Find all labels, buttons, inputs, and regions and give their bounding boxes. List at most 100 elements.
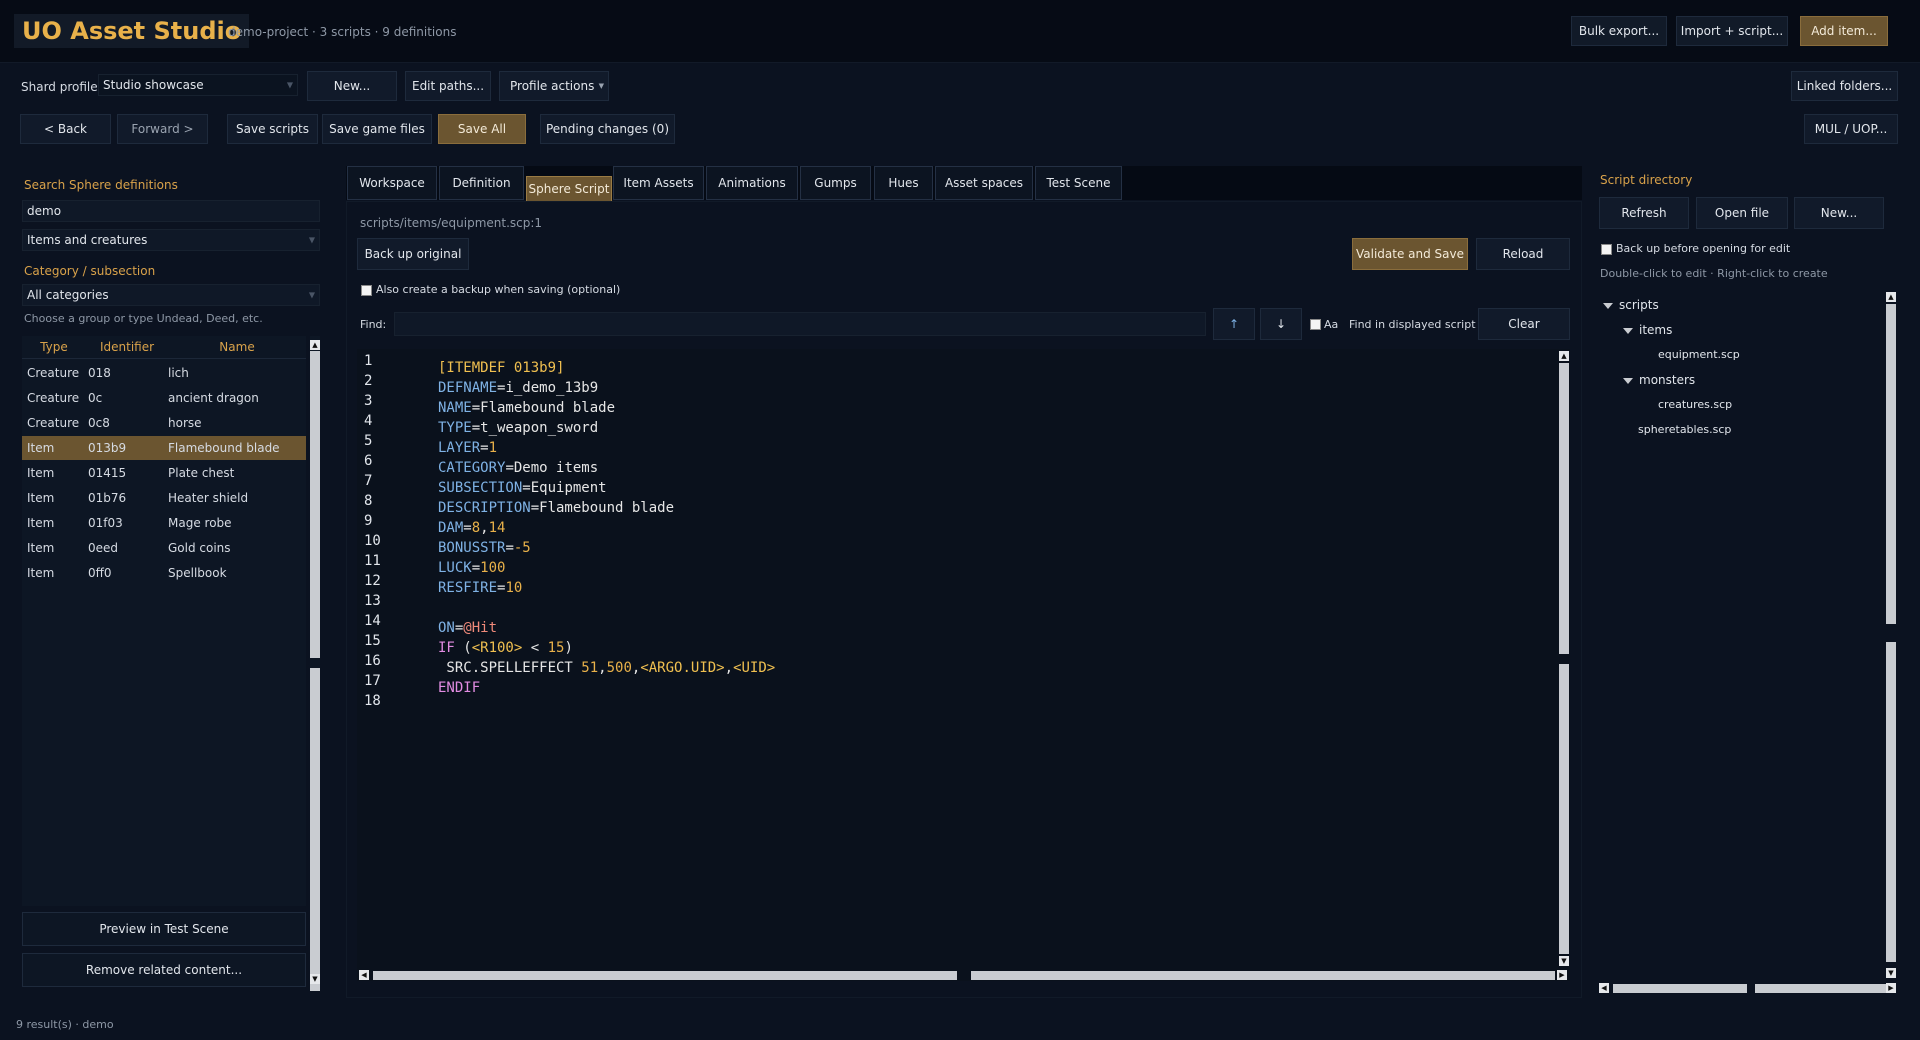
- column-header-type[interactable]: Type: [22, 336, 86, 358]
- line-number: 15: [364, 633, 381, 649]
- editor-vertical-scrollbar[interactable]: ▲ ▼: [1558, 349, 1570, 969]
- backup-original-button[interactable]: Back up original: [357, 238, 469, 270]
- tab-definition[interactable]: Definition: [439, 166, 524, 200]
- bulk-export-button[interactable]: Bulk export...: [1571, 16, 1667, 46]
- hscroll-thumb-left[interactable]: [1613, 984, 1747, 993]
- remove-related-button[interactable]: Remove related content...: [22, 953, 306, 987]
- column-header-name[interactable]: Name: [168, 336, 306, 358]
- scroll-up-icon[interactable]: ▲: [310, 340, 320, 350]
- linked-folders-button[interactable]: Linked folders...: [1791, 71, 1898, 101]
- scroll-down-icon[interactable]: ▼: [310, 974, 320, 984]
- preview-test-scene-button[interactable]: Preview in Test Scene: [22, 912, 306, 946]
- add-item-button[interactable]: Add item...: [1800, 16, 1888, 46]
- tab-animations[interactable]: Animations: [706, 166, 798, 200]
- cell-type: Creature: [27, 366, 80, 380]
- scroll-left-icon[interactable]: ◀: [359, 970, 369, 980]
- code-line-11: LUCK=100: [438, 560, 506, 576]
- script-directory-heading: Script directory: [1600, 173, 1693, 187]
- mul-uop-button[interactable]: MUL / UOP...: [1804, 114, 1898, 144]
- find-previous-button[interactable]: ↑: [1213, 308, 1255, 340]
- scroll-right-icon[interactable]: ▶: [1886, 983, 1896, 993]
- table-row[interactable]: Item 01f03 Mage robe: [22, 511, 306, 535]
- tree-file-equipment[interactable]: equipment.scp: [1658, 348, 1740, 361]
- scroll-down-icon[interactable]: ▼: [1559, 956, 1569, 966]
- table-row[interactable]: Item 0ff0 Spellbook: [22, 561, 306, 585]
- clear-find-button[interactable]: Clear: [1478, 308, 1570, 340]
- forward-button[interactable]: Forward >: [117, 114, 208, 144]
- table-row[interactable]: Item 01b76 Heater shield: [22, 486, 306, 510]
- scroll-right-icon[interactable]: ▶: [1557, 970, 1567, 980]
- tree-label: items: [1639, 323, 1673, 337]
- find-next-button[interactable]: ↓: [1260, 308, 1302, 340]
- save-game-files-button[interactable]: Save game files: [322, 114, 432, 144]
- edit-paths-button[interactable]: Edit paths...: [405, 71, 491, 101]
- back-button[interactable]: < Back: [20, 114, 111, 144]
- line-number: 4: [364, 413, 373, 429]
- tab-workspace[interactable]: Workspace: [347, 166, 437, 200]
- scroll-left-icon[interactable]: ◀: [1599, 983, 1609, 993]
- scrollbar-thumb-lower[interactable]: [1559, 664, 1569, 954]
- table-row[interactable]: Item 0eed Gold coins: [22, 536, 306, 560]
- cell-id: 01f03: [88, 516, 123, 530]
- scrollbar-thumb-lower[interactable]: [1886, 642, 1896, 962]
- tree-file-creatures[interactable]: creatures.scp: [1658, 398, 1732, 411]
- scrollbar-thumb-upper[interactable]: [1559, 363, 1569, 654]
- search-input[interactable]: demo: [22, 200, 320, 222]
- tab-test-scene[interactable]: Test Scene: [1035, 166, 1122, 200]
- import-script-button[interactable]: Import + script...: [1676, 16, 1788, 46]
- tab-asset-spaces[interactable]: Asset spaces: [935, 166, 1033, 200]
- expand-icon: [1623, 327, 1633, 334]
- backup-before-edit-label: Back up before opening for edit: [1616, 242, 1791, 255]
- new-script-button[interactable]: New...: [1794, 197, 1884, 229]
- tree-folder-items[interactable]: items: [1623, 323, 1672, 337]
- table-row[interactable]: Creature 0c ancient dragon: [22, 386, 306, 410]
- find-scope-label: Find in displayed script: [1349, 318, 1476, 331]
- pending-changes-button[interactable]: Pending changes (0): [540, 114, 675, 144]
- code-editor[interactable]: 1 2 3 4 5 6 7 8 9 10 11 12 13 14 15 16 17 18 [ITEMDEF 013…: [357, 349, 1570, 981]
- expand-icon: [1603, 302, 1613, 309]
- save-scripts-button[interactable]: Save scripts: [227, 114, 318, 144]
- new-profile-button[interactable]: New...: [307, 71, 397, 101]
- table-row[interactable]: Item 013b9 Flamebound blade: [22, 436, 306, 460]
- tree-horizontal-scrollbar[interactable]: ◀ ▶: [1599, 983, 1897, 994]
- line-number: 9: [364, 513, 373, 529]
- code-line-2: DEFNAME=i_demo_13b9: [438, 380, 599, 396]
- scrollbar-thumb-upper[interactable]: [1886, 304, 1896, 624]
- validate-save-button[interactable]: Validate and Save: [1352, 238, 1468, 270]
- scroll-up-icon[interactable]: ▲: [1886, 292, 1896, 302]
- table-row[interactable]: Creature 0c8 horse: [22, 411, 306, 435]
- tab-hues[interactable]: Hues: [874, 166, 933, 200]
- editor-horizontal-scrollbar[interactable]: ◀ ▶: [359, 970, 1570, 981]
- scroll-up-icon[interactable]: ▲: [1559, 351, 1569, 361]
- scrollbar-thumb[interactable]: [310, 351, 320, 991]
- tree-vertical-scrollbar[interactable]: ▲ ▼: [1885, 290, 1897, 980]
- profile-actions-button[interactable]: Profile actions ▼: [499, 71, 609, 101]
- tree-folder-scripts[interactable]: scripts: [1603, 298, 1659, 312]
- definition-filter-select[interactable]: Items and creatures ▼: [22, 229, 320, 251]
- table-row[interactable]: Creature 018 lich: [22, 361, 306, 385]
- cell-name: ancient dragon: [168, 391, 259, 405]
- scroll-down-icon[interactable]: ▼: [1886, 968, 1896, 978]
- category-select[interactable]: All categories ▼: [22, 284, 320, 306]
- hscroll-thumb-left[interactable]: [373, 971, 957, 980]
- find-input[interactable]: [394, 312, 1206, 336]
- hscroll-thumb-right[interactable]: [971, 971, 1555, 980]
- tree-file-spheretables[interactable]: spheretables.scp: [1638, 423, 1731, 436]
- cell-id: 01b76: [88, 491, 127, 505]
- column-header-identifier[interactable]: Identifier: [86, 336, 168, 358]
- backup-on-save-checkbox[interactable]: [361, 285, 372, 296]
- shard-profile-select[interactable]: Studio showcase ▼: [98, 74, 298, 96]
- hscroll-thumb-right[interactable]: [1755, 984, 1889, 993]
- save-all-button[interactable]: Save All: [438, 114, 526, 144]
- reload-button[interactable]: Reload: [1476, 238, 1570, 270]
- tab-sphere-script[interactable]: Sphere Script: [526, 176, 612, 202]
- table-row[interactable]: Item 01415 Plate chest: [22, 461, 306, 485]
- match-case-checkbox[interactable]: [1310, 319, 1321, 330]
- tree-folder-monsters[interactable]: monsters: [1623, 373, 1695, 387]
- backup-before-edit-checkbox[interactable]: [1601, 244, 1612, 255]
- code-line-10: BONUSSTR=-5: [438, 540, 531, 556]
- tab-gumps[interactable]: Gumps: [800, 166, 871, 200]
- refresh-button[interactable]: Refresh: [1599, 197, 1689, 229]
- tab-item-assets[interactable]: Item Assets: [613, 166, 704, 200]
- open-file-button[interactable]: Open file: [1696, 197, 1788, 229]
